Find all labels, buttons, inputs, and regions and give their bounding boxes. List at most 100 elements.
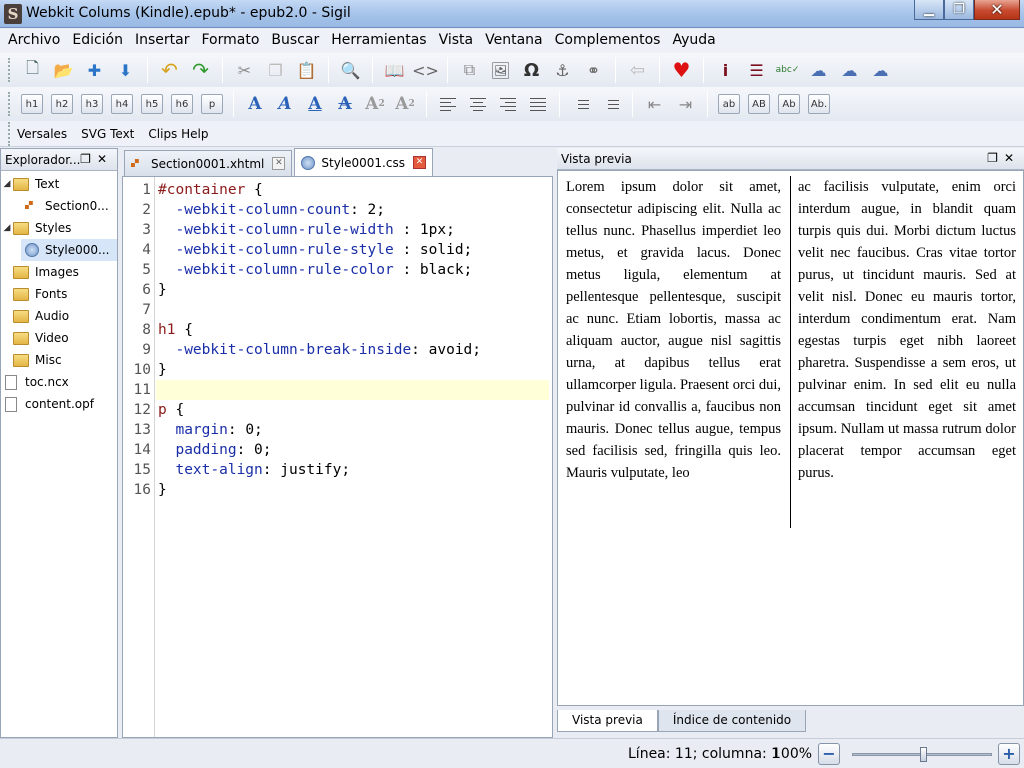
code-line[interactable]: 15 text-align: justify;	[123, 460, 552, 480]
code-line[interactable]: 5 -webkit-column-rule-color : black;	[123, 260, 552, 280]
code-line[interactable]: 8 h1 {	[123, 320, 552, 340]
tree-item-text-folder[interactable]: ◢ Text	[1, 173, 117, 195]
insert-image-icon[interactable]: 🖼	[487, 57, 514, 83]
tree-item-styles-folder[interactable]: ◢ Styles	[1, 217, 117, 239]
tab-indice-contenido[interactable]: Índice de contenido	[657, 710, 807, 732]
tree-item-audio-folder[interactable]: Audio	[1, 305, 117, 327]
close-tab-icon[interactable]: ✕	[412, 156, 426, 169]
zoom-in-button[interactable]: +	[998, 743, 1020, 765]
menu-formato[interactable]: Formato	[196, 29, 266, 53]
zoom-slider[interactable]	[852, 747, 992, 762]
tab-section0001[interactable]: 🙾 Section0001.xhtml ✕	[124, 150, 293, 176]
numbered-list-icon[interactable]	[600, 94, 622, 114]
svg-text-button[interactable]: SVG Text	[81, 127, 134, 141]
code-line[interactable]: 9 -webkit-column-break-inside: avoid;	[123, 340, 552, 360]
increase-indent-icon[interactable]: ⇥	[672, 91, 699, 117]
maximize-button[interactable]: ❐	[944, 0, 974, 20]
paste-icon[interactable]: 📋	[293, 57, 320, 83]
tree-item-toc-ncx[interactable]: toc.ncx	[1, 371, 117, 393]
clips-help-button[interactable]: Clips Help	[148, 127, 208, 141]
align-center-icon[interactable]	[467, 94, 489, 114]
float-panel-icon[interactable]: ❐	[987, 151, 1004, 165]
code-line[interactable]: 11	[123, 380, 552, 400]
special-char-icon[interactable]: Ω	[518, 57, 545, 83]
validate-icon-3[interactable]: ☁	[867, 57, 894, 83]
close-window-button[interactable]: ✕	[974, 0, 1020, 20]
italic-icon[interactable]: A	[273, 93, 297, 115]
split-icon[interactable]: ⧉	[456, 57, 483, 83]
tree-item-images-folder[interactable]: Images	[1, 261, 117, 283]
sentencecase-button[interactable]: Ab.	[808, 94, 830, 114]
code-line[interactable]: 6}	[123, 280, 552, 300]
code-line[interactable]: 16}	[123, 480, 552, 500]
toc-icon[interactable]: ☰	[743, 57, 770, 83]
anchor-icon[interactable]: ⚓	[549, 57, 576, 83]
code-editor[interactable]: 1 #container {2 -webkit-column-count: 2; 3…	[122, 176, 553, 738]
superscript-icon[interactable]: A2	[393, 93, 417, 115]
align-right-icon[interactable]	[497, 94, 519, 114]
link-icon[interactable]: ⚭	[580, 57, 607, 83]
lowercase-button[interactable]: ab	[718, 94, 740, 114]
zoom-slider-thumb[interactable]	[920, 747, 927, 762]
menu-ventana[interactable]: Ventana	[479, 29, 549, 53]
close-panel-icon[interactable]: ✕	[97, 152, 113, 166]
code-line[interactable]: 10}	[123, 360, 552, 380]
toolbar-grip[interactable]	[8, 121, 11, 146]
code-line[interactable]: 13 margin: 0;	[123, 420, 552, 440]
align-left-icon[interactable]	[437, 94, 459, 114]
spellcheck-icon[interactable]: abc✓	[774, 57, 801, 83]
code-line[interactable]: 12 p {	[123, 400, 552, 420]
versales-button[interactable]: Versales	[17, 127, 67, 141]
bullet-list-icon[interactable]	[570, 94, 592, 114]
code-line[interactable]: 7	[123, 300, 552, 320]
heading-h3-button[interactable]: h3	[81, 94, 103, 114]
tree-item-video-folder[interactable]: Video	[1, 327, 117, 349]
paragraph-button[interactable]: p	[201, 94, 223, 114]
book-view-icon[interactable]: 📖	[381, 57, 408, 83]
cut-icon[interactable]: ✂	[231, 57, 258, 83]
expanded-arrow-icon[interactable]: ◢	[1, 179, 13, 189]
toolbar-grip[interactable]	[8, 92, 11, 116]
heading-h4-button[interactable]: h4	[111, 94, 133, 114]
redo-icon[interactable]: ↷	[187, 57, 214, 83]
find-icon[interactable]: 🔍	[337, 57, 364, 83]
decrease-indent-icon[interactable]: ⇤	[641, 91, 668, 117]
metadata-icon[interactable]: ⅰ	[712, 57, 739, 83]
menu-edicion[interactable]: Edición	[66, 29, 129, 53]
close-panel-icon[interactable]: ✕	[1004, 151, 1020, 165]
toolbar-grip[interactable]	[8, 58, 11, 82]
code-line[interactable]: 3 -webkit-column-rule-width : 1px;	[123, 220, 552, 240]
tab-vista-previa[interactable]: Vista previa	[557, 710, 658, 732]
back-arrow-icon[interactable]: ⇦	[624, 57, 651, 83]
code-line[interactable]: 2 -webkit-column-count: 2;	[123, 200, 552, 220]
minimize-button[interactable]: ▁	[914, 0, 944, 20]
add-file-icon[interactable]: ✚	[81, 57, 108, 83]
code-line[interactable]: 4 -webkit-column-rule-style : solid;	[123, 240, 552, 260]
tree-item-section-file[interactable]: 🙾 Section0...	[1, 195, 117, 217]
menu-archivo[interactable]: Archivo	[2, 29, 66, 53]
undo-icon[interactable]: ↶	[156, 57, 183, 83]
tree-item-style-file[interactable]: Style000...	[21, 239, 117, 261]
tab-style0001[interactable]: Style0001.css ✕	[294, 148, 433, 176]
heart-icon[interactable]: ♥	[668, 57, 695, 83]
preview-content[interactable]: Lorem ipsum dolor sit amet, consectetur …	[557, 170, 1024, 706]
code-line[interactable]: 1 #container {	[123, 180, 552, 200]
subscript-icon[interactable]: A2	[363, 93, 387, 115]
float-panel-icon[interactable]: ❐	[80, 152, 97, 166]
menu-buscar[interactable]: Buscar	[265, 29, 325, 53]
menu-complementos[interactable]: Complementos	[549, 29, 667, 53]
menu-vista[interactable]: Vista	[433, 29, 480, 53]
menu-insertar[interactable]: Insertar	[129, 29, 196, 53]
underline-icon[interactable]: A	[303, 93, 327, 115]
save-icon[interactable]: ⬇	[112, 57, 139, 83]
close-tab-icon[interactable]: ✕	[272, 157, 286, 170]
expanded-arrow-icon[interactable]: ◢	[1, 223, 13, 233]
tree-item-content-opf[interactable]: content.opf	[1, 393, 117, 415]
tree-item-misc-folder[interactable]: Misc	[1, 349, 117, 371]
code-line[interactable]: 14 padding: 0;	[123, 440, 552, 460]
uppercase-button[interactable]: AB	[748, 94, 770, 114]
heading-h5-button[interactable]: h5	[141, 94, 163, 114]
titlecase-button[interactable]: Ab	[778, 94, 800, 114]
bold-icon[interactable]: A	[243, 93, 267, 115]
strikethrough-icon[interactable]: A	[333, 93, 357, 115]
